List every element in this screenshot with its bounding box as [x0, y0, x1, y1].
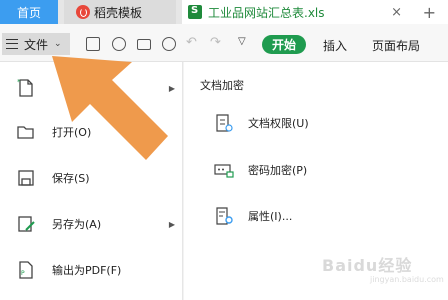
export-pdf-icon: P	[19, 261, 33, 279]
chevron-right-icon: ▶	[168, 83, 175, 93]
file-menu-label: 文件	[24, 37, 49, 52]
menu-item-new[interactable]: * ▶	[0, 68, 183, 108]
file-menu-panel: * ▶ 打开(O) 保存(S) 另存为(A) ▶ P 输出为PDF(F)	[0, 62, 183, 300]
save-icon	[18, 170, 34, 186]
submenu-item-label: 文档权限(U)	[248, 117, 309, 130]
submenu-title: 文档加密	[200, 79, 244, 92]
svg-text:*: *	[17, 78, 21, 86]
redo-icon[interactable]: ↷	[210, 35, 221, 50]
tab-start-label: 开始	[271, 38, 296, 52]
watermark-url: jingyan.baidu.com	[370, 275, 444, 284]
save-as-icon	[18, 216, 35, 232]
menu-item-label: 输出为PDF(F)	[52, 264, 122, 277]
open-folder-icon	[17, 126, 34, 139]
print-icon[interactable]	[137, 39, 151, 50]
svg-text:P: P	[21, 270, 25, 277]
submenu-item-password-encrypt[interactable]: 密码加密(P)	[184, 154, 448, 186]
spreadsheet-icon	[188, 5, 202, 19]
hamburger-icon	[6, 39, 18, 49]
more-icon[interactable]: ▽	[238, 36, 246, 47]
menu-item-save[interactable]: 保存(S)	[0, 158, 183, 198]
menu-item-label: 保存(S)	[52, 172, 90, 185]
menu-item-label: 打开(O)	[52, 126, 92, 139]
watermark-logo: Baidu经验	[322, 256, 413, 275]
submenu-item-label: 属性(I)...	[248, 210, 293, 223]
save-icon[interactable]	[86, 37, 100, 51]
submenu-item-label: 密码加密(P)	[248, 164, 308, 177]
print-preview-icon[interactable]	[162, 37, 176, 51]
toolbar: 文件 ⌄ ↶ ↷ ▽ 开始 插入 页面布局	[0, 24, 448, 62]
new-tab-icon[interactable]: +	[423, 3, 436, 22]
file-menu-button[interactable]: 文件 ⌄	[2, 33, 70, 55]
password-encrypt-icon	[214, 164, 234, 178]
tab-start[interactable]: 开始	[262, 35, 306, 54]
new-file-icon: *	[17, 78, 33, 97]
properties-icon	[216, 207, 233, 225]
tab-template-label: 稻壳模板	[94, 5, 143, 20]
menu-item-open[interactable]: 打开(O)	[0, 112, 183, 152]
document-permission-icon	[216, 114, 233, 132]
submenu-item-document-permission[interactable]: 文档权限(U)	[184, 107, 448, 139]
tab-bar: 首页 稻壳模板 工业品网站汇总表.xls × +	[0, 0, 448, 24]
menu-item-save-as[interactable]: 另存为(A) ▶	[0, 204, 183, 244]
menu-item-export-pdf[interactable]: P 输出为PDF(F)	[0, 250, 183, 290]
docer-logo-icon	[76, 5, 90, 19]
menu-item-label: 另存为(A)	[52, 218, 102, 231]
chevron-right-icon: ▶	[168, 219, 175, 229]
submenu-item-properties[interactable]: 属性(I)...	[184, 200, 448, 232]
tab-file-label: 工业品网站汇总表.xls	[208, 5, 325, 20]
undo-icon[interactable]: ↶	[186, 35, 197, 50]
tab-file[interactable]: 工业品网站汇总表.xls × +	[182, 0, 448, 24]
chevron-down-icon[interactable]: ⌄	[54, 39, 62, 49]
tab-insert[interactable]: 插入	[323, 37, 347, 54]
tab-page-layout[interactable]: 页面布局	[372, 37, 420, 54]
tab-home[interactable]: 首页	[0, 0, 58, 24]
close-tab-icon[interactable]: ×	[391, 5, 402, 20]
format-painter-icon[interactable]	[112, 37, 126, 51]
tab-template[interactable]: 稻壳模板	[64, 0, 176, 24]
tab-home-label: 首页	[16, 5, 41, 20]
